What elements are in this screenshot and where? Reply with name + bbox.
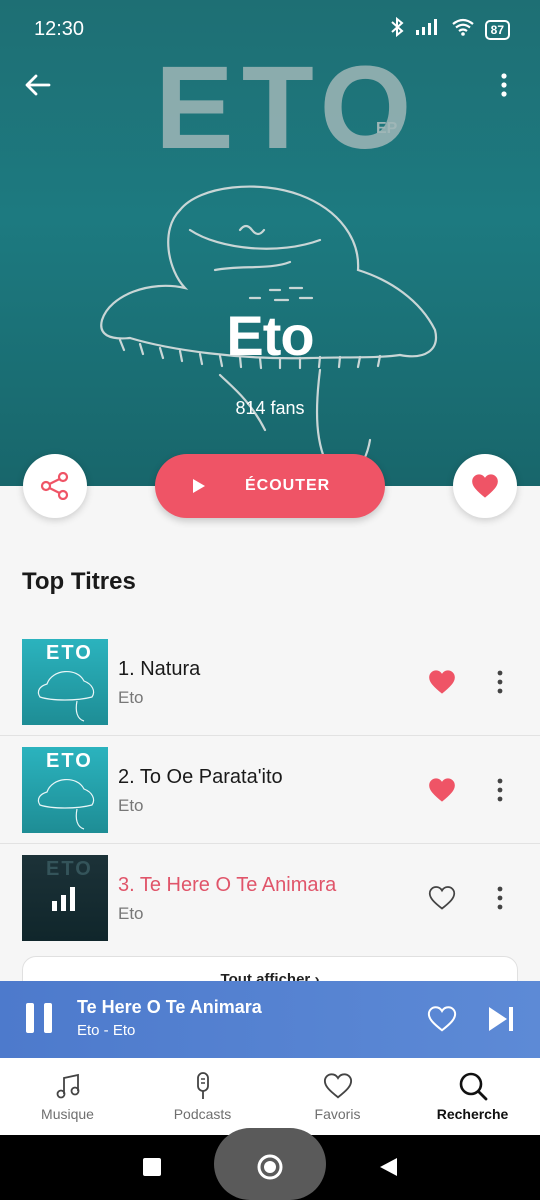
heart-icon [322, 1070, 354, 1102]
pause-button[interactable] [26, 1003, 52, 1033]
share-icon [40, 472, 69, 500]
top-tracks-heading: Top Titres [22, 568, 136, 595]
circle-icon [257, 1154, 283, 1180]
heart-outline-icon [427, 1006, 457, 1032]
track-favorite-button[interactable] [424, 882, 460, 914]
artist-page: ETO EP 12:30 87 Eto 814 fans ÉCOUTER Top… [0, 0, 540, 1200]
listen-button-label: ÉCOUTER [245, 477, 331, 494]
nav-item-favoris[interactable]: Favoris [270, 1058, 405, 1135]
track-row[interactable]: ETO 2. To Oe Parata'ito Eto [0, 736, 540, 844]
back-system-button[interactable] [372, 1151, 404, 1183]
nav-item-podcasts[interactable]: Podcasts [135, 1058, 270, 1135]
fans-count: 814 fans [235, 398, 305, 418]
nav-item-musique[interactable]: Musique [0, 1058, 135, 1135]
track-title: 1. Natura [118, 658, 201, 680]
kebab-menu-icon [497, 778, 503, 802]
hero-cover-ep: EP [376, 120, 398, 137]
player-track-title: Te Here O Te Animara [77, 997, 262, 1017]
share-button[interactable] [23, 454, 87, 518]
track-more-button[interactable] [488, 666, 512, 698]
track-more-button[interactable] [488, 882, 512, 914]
status-bar: 12:30 87 [0, 0, 540, 58]
more-options-button[interactable] [484, 70, 524, 100]
favorite-artist-button[interactable] [453, 454, 517, 518]
track-title: 3. Te Here O Te Animara [118, 874, 337, 896]
heart-outline-icon [428, 886, 456, 910]
search-icon [457, 1070, 489, 1102]
next-track-button[interactable] [484, 1003, 518, 1035]
track-artist[interactable]: Eto [118, 904, 144, 924]
top-tracks-list: ETO 1. Natura Eto ETO 2. To Oe Parata'it… [0, 628, 540, 952]
microphone-icon [187, 1070, 219, 1102]
track-more-button[interactable] [488, 774, 512, 806]
triangle-back-icon [380, 1158, 397, 1176]
track-row[interactable]: ETO 1. Natura Eto [0, 628, 540, 736]
track-cover: ETO [22, 855, 108, 941]
track-cover: ETO [22, 639, 108, 725]
pause-icon [26, 1003, 34, 1033]
kebab-menu-icon [501, 73, 507, 97]
track-favorite-button[interactable] [424, 666, 460, 698]
player-favorite-button[interactable] [424, 1003, 460, 1035]
skip-next-icon [489, 1007, 513, 1031]
battery-indicator: 87 [484, 19, 510, 40]
music-note-icon [52, 1070, 84, 1102]
hero-cover-title: ETO [155, 42, 420, 174]
bottom-navigation: Musique Podcasts Favoris Recherche [0, 1058, 540, 1135]
track-row[interactable]: ETO 3. Te Here O Te Animara Eto [0, 844, 540, 952]
player-track-subtitle: Eto - Eto [77, 1022, 136, 1039]
artist-name: Eto [226, 304, 314, 367]
home-button[interactable] [254, 1151, 286, 1183]
status-time: 12:30 [34, 18, 85, 40]
track-favorite-button[interactable] [424, 774, 460, 806]
track-cover: ETO [22, 747, 108, 833]
kebab-menu-icon [497, 670, 503, 694]
signal-icon [415, 18, 441, 41]
heart-filled-icon [472, 474, 498, 498]
status-icons: 87 [389, 16, 510, 43]
kebab-menu-icon [497, 886, 503, 910]
square-icon [143, 1158, 161, 1176]
equalizer-icon [52, 887, 75, 911]
track-title: 2. To Oe Parata'ito [118, 766, 283, 788]
system-navigation-bar [0, 1128, 540, 1200]
back-button[interactable] [18, 70, 58, 100]
track-artist[interactable]: Eto [118, 796, 144, 816]
recents-button[interactable] [136, 1151, 168, 1183]
back-arrow-icon [25, 74, 51, 96]
nav-item-recherche[interactable]: Recherche [405, 1058, 540, 1135]
mini-player[interactable]: Te Here O Te Animara Eto - Eto [0, 981, 540, 1058]
heart-filled-icon [429, 670, 455, 694]
listen-button[interactable]: ÉCOUTER [155, 454, 385, 518]
play-icon [193, 479, 205, 493]
bluetooth-icon [389, 16, 405, 43]
track-artist[interactable]: Eto [118, 688, 144, 708]
heart-filled-icon [429, 778, 455, 802]
wifi-icon [451, 18, 475, 41]
